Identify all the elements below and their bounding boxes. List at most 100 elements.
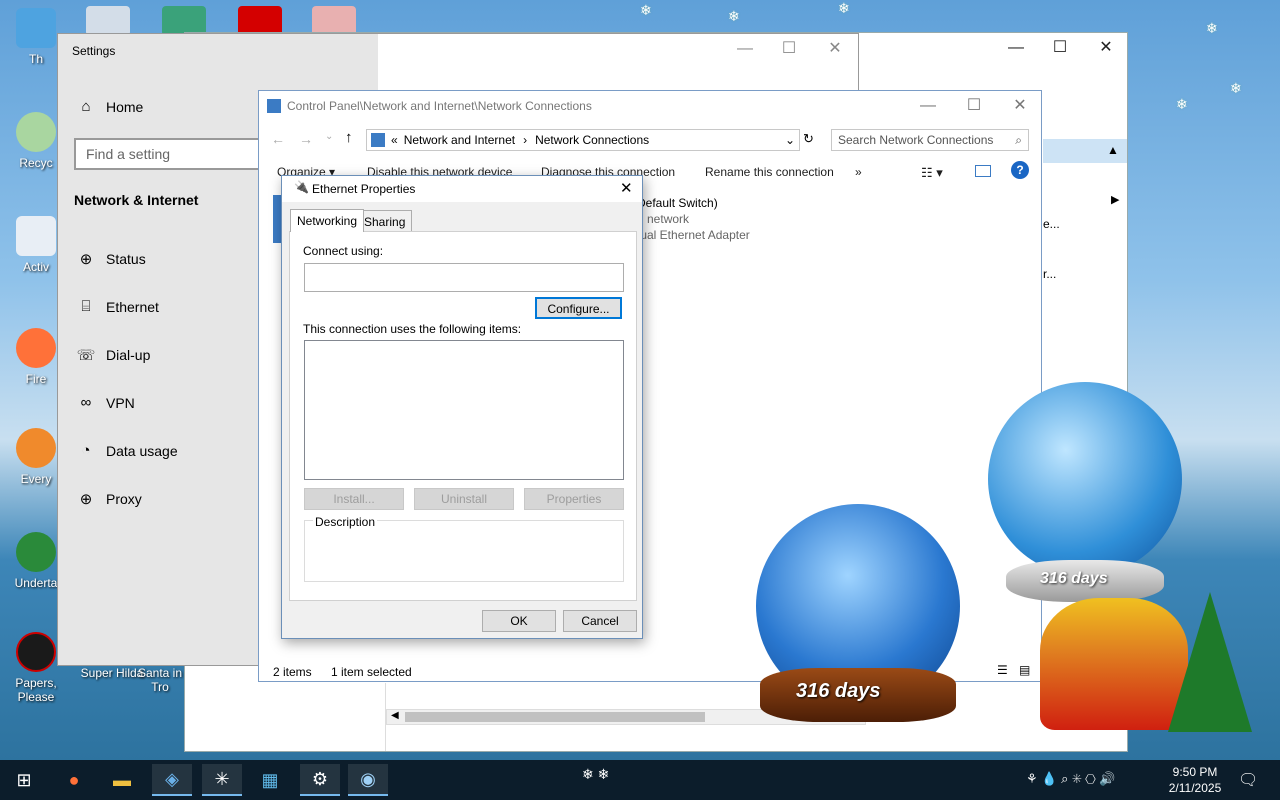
globe-base: 316 days xyxy=(760,668,956,722)
clock[interactable]: 9:50 PM 2/11/2025 xyxy=(1160,764,1230,796)
nav-status[interactable]: ⊕ Status xyxy=(76,250,146,268)
back-arrow-icon[interactable]: ← xyxy=(271,131,285,147)
uninstall-button[interactable]: Uninstall xyxy=(414,488,514,510)
maximize-button[interactable]: ☐ xyxy=(766,34,812,64)
address-bar[interactable]: « Network and Internet › Network Connect… xyxy=(366,129,800,151)
breadcrumb-item[interactable]: Network Connections xyxy=(535,133,649,147)
chevron-down-icon[interactable]: ⌄ xyxy=(785,133,795,147)
data-usage-icon: ◔ xyxy=(81,442,91,459)
clock-time: 9:50 PM xyxy=(1172,765,1218,779)
adapter-details[interactable]: Default Switch) d network tual Ethernet … xyxy=(637,195,750,243)
breadcrumb-overflow[interactable]: « xyxy=(391,133,398,147)
control-panel-icon xyxy=(267,99,281,113)
ethernet-icon: ⌸ xyxy=(81,298,91,315)
snow-globe-app-icon[interactable]: ◉ xyxy=(348,764,388,796)
file-explorer-icon[interactable]: ▬ xyxy=(102,764,142,796)
properties-button[interactable]: Properties xyxy=(524,488,624,510)
snowflake-app-icon[interactable]: ✳ xyxy=(202,764,242,796)
more-commands-button[interactable]: » xyxy=(855,165,862,179)
install-button[interactable]: Install... xyxy=(304,488,404,510)
chevron-right-icon[interactable]: ▶ xyxy=(1111,193,1119,206)
chevron-left-icon[interactable]: ◀ xyxy=(391,710,399,721)
adapter-field[interactable] xyxy=(304,263,624,292)
snowflake-icon: ❄ xyxy=(728,8,740,24)
minimize-button[interactable]: — xyxy=(722,34,768,64)
control-panel-icon[interactable]: ◈ xyxy=(152,764,192,796)
items-list[interactable] xyxy=(304,340,624,480)
maximize-button[interactable]: ☐ xyxy=(951,91,997,121)
notifications-icon[interactable]: 🗨 xyxy=(1238,770,1258,790)
chevron-right-icon[interactable]: › xyxy=(523,133,527,147)
nav-ethernet[interactable]: ⌸ Ethernet xyxy=(76,298,158,315)
status-selection: 1 item selected xyxy=(331,665,412,679)
description-group: Description xyxy=(304,515,624,582)
dialog-title-bar[interactable]: 🔌 Ethernet Properties ✕ xyxy=(282,176,642,202)
days-counter: 316 days xyxy=(796,680,881,702)
forward-arrow-icon[interactable]: → xyxy=(299,131,313,147)
globe-base: 316 days xyxy=(1006,560,1164,602)
city-app-icon[interactable]: ▦ xyxy=(250,764,290,796)
up-arrow-icon[interactable]: ↑ xyxy=(345,129,353,146)
firefox-icon xyxy=(16,328,56,368)
home-nav[interactable]: ⌂ Home xyxy=(76,98,143,115)
refresh-icon[interactable]: ↻ xyxy=(803,131,814,147)
help-icon[interactable]: ? xyxy=(1011,161,1029,179)
game-icon xyxy=(16,632,56,672)
document-icon xyxy=(16,216,56,256)
maximize-button[interactable]: ☐ xyxy=(1037,33,1083,63)
networking-panel: Connect using: Configure... This connect… xyxy=(289,231,637,601)
recycle-bin-icon xyxy=(16,112,56,152)
clock-date: 2/11/2025 xyxy=(1168,781,1222,795)
chevron-down-icon[interactable]: ⌄ xyxy=(325,131,333,142)
nav-data-usage[interactable]: ◔ Data usage xyxy=(76,442,177,459)
minimize-button[interactable]: — xyxy=(993,33,1039,63)
scroll-up-area[interactable]: ▲ xyxy=(1043,139,1127,163)
ok-button[interactable]: OK xyxy=(482,610,556,632)
close-button[interactable]: ✕ xyxy=(1083,33,1129,63)
close-button[interactable]: ✕ xyxy=(812,34,858,64)
settings-gear-icon[interactable]: ⚙ xyxy=(300,764,340,796)
description-label: Description xyxy=(313,515,378,529)
start-button[interactable]: ⊞ xyxy=(4,764,44,796)
app-icon[interactable] xyxy=(86,6,130,36)
minimize-button[interactable]: — xyxy=(905,91,951,121)
firefox-icon[interactable]: ● xyxy=(54,764,94,796)
vpn-icon: ∞ xyxy=(80,394,92,411)
nav-proxy[interactable]: ⊕ Proxy xyxy=(76,490,142,508)
globe-icon: ⊕ xyxy=(79,251,93,268)
snowflake-icon: ❄ xyxy=(1176,96,1188,112)
close-button[interactable]: ✕ xyxy=(997,91,1043,121)
dialup-icon: ☏ xyxy=(76,347,96,364)
cancel-button[interactable]: Cancel xyxy=(563,610,637,632)
preview-pane-icon[interactable] xyxy=(975,165,991,177)
computer-icon xyxy=(16,8,56,48)
snowflake-icon: ❄ xyxy=(1206,20,1218,36)
title-bar[interactable]: Control Panel\Network and Internet\Netwo… xyxy=(259,91,1041,123)
large-icons-view-icon[interactable]: ▤ xyxy=(1019,663,1030,677)
ethernet-properties-dialog[interactable]: 🔌 Ethernet Properties ✕ Networking Shari… xyxy=(281,175,643,639)
search-input[interactable]: Search Network Connections ⌕ xyxy=(831,129,1029,151)
section-heading: Network & Internet xyxy=(74,192,199,208)
snowflake-icon: ❄ ❄ xyxy=(582,766,610,782)
system-tray-icons[interactable]: ⚘ 💧 ⌕ ✳ ⎔ 🔊 xyxy=(1026,771,1116,787)
chevron-up-icon[interactable]: ▲ xyxy=(1107,143,1119,157)
globe-icon: ⊕ xyxy=(79,491,93,508)
days-counter: 316 days xyxy=(1040,570,1108,587)
breadcrumb-item[interactable]: Network and Internet xyxy=(404,133,515,147)
configure-button[interactable]: Configure... xyxy=(535,297,622,319)
details-view-icon[interactable]: ☰ xyxy=(997,663,1008,677)
desktop-icon-santa[interactable]: Santa in Tro xyxy=(132,666,188,694)
scrollbar-thumb[interactable] xyxy=(405,712,705,722)
dialog-title: Ethernet Properties xyxy=(312,182,416,196)
nav-vpn[interactable]: ∞ VPN xyxy=(76,394,135,411)
view-options-icon[interactable]: ☷ ▾ xyxy=(921,165,943,181)
snow-globe-small[interactable] xyxy=(988,382,1182,576)
tab-sharing[interactable]: Sharing xyxy=(357,210,413,232)
snowflake-icon: ❄ xyxy=(640,2,652,18)
control-panel-icon xyxy=(371,133,385,147)
search-app-icon xyxy=(16,428,56,468)
tab-networking[interactable]: Networking xyxy=(290,209,365,232)
close-button[interactable]: ✕ xyxy=(620,179,633,197)
nav-dial-up[interactable]: ☏ Dial-up xyxy=(76,346,151,364)
rename-button[interactable]: Rename this connection xyxy=(705,165,834,179)
